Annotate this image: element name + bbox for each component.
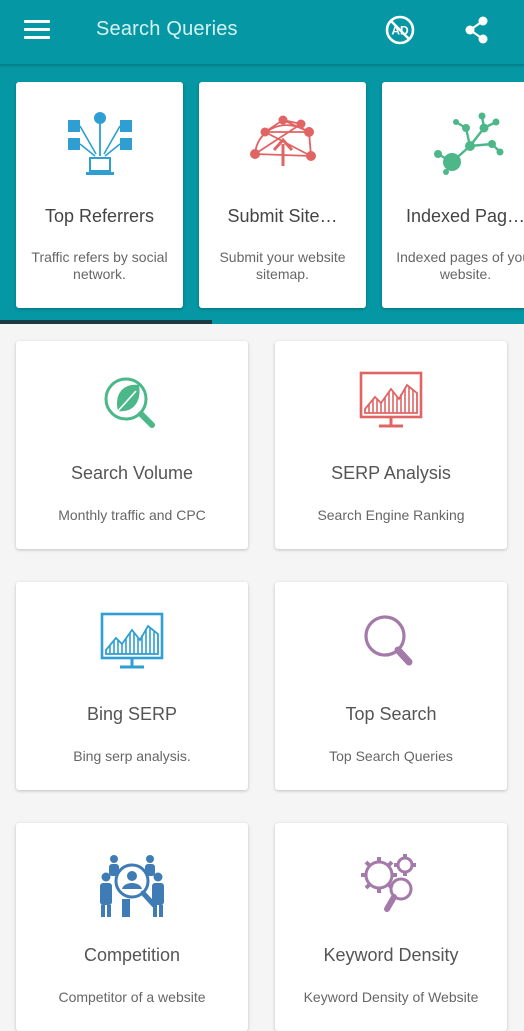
- card-description: Top Search Queries: [329, 748, 453, 764]
- card-description: Competitor of a website: [58, 989, 206, 1005]
- app-bar: Search Queries AD: [0, 0, 524, 324]
- card-indexed-pages[interactable]: Indexed Pag… Indexed pages of your websi…: [382, 82, 524, 308]
- social-referrers-icon: [60, 110, 140, 180]
- monitor-chart-icon: [92, 610, 172, 680]
- gears-magnifier-icon: [351, 851, 431, 921]
- card-title: Submit Site…: [227, 206, 338, 226]
- app-bar-shadow: [0, 64, 524, 68]
- card-title: Competition: [83, 945, 181, 965]
- carousel-scroll-indicator: [0, 320, 212, 324]
- share-icon[interactable]: [462, 14, 492, 46]
- card-top-search[interactable]: Top Search Top Search Queries: [275, 582, 507, 790]
- card-title: Bing SERP: [86, 704, 178, 724]
- page-title: Search Queries: [96, 18, 238, 40]
- monitor-chart-icon: [351, 369, 431, 439]
- network-upload-icon: [243, 110, 323, 180]
- card-description: Keyword Density of Website: [303, 989, 479, 1005]
- card-description: Monthly traffic and CPC: [58, 507, 206, 523]
- card-title: SERP Analysis: [331, 463, 451, 483]
- card-competition[interactable]: Competition Competitor of a website: [16, 823, 248, 1031]
- card-title: Indexed Pag…: [405, 206, 524, 226]
- card-description: Traffic refers by social network.: [31, 249, 168, 282]
- card-serp-analysis[interactable]: SERP Analysis Search Engine Ranking: [275, 341, 507, 549]
- card-description: Submit your website sitemap.: [219, 249, 346, 282]
- magnifier-icon: [351, 610, 431, 680]
- card-submit-sitemap[interactable]: Submit Site… Submit your website sitemap…: [199, 82, 366, 308]
- node-tree-icon: [426, 110, 506, 180]
- team-magnifier-icon: [92, 851, 172, 921]
- hamburger-menu-icon[interactable]: [24, 18, 52, 42]
- remove-ads-icon[interactable]: AD: [384, 14, 416, 46]
- card-top-referrers[interactable]: Top Referrers Traffic refers by social n…: [16, 82, 183, 308]
- card-title: Top Search: [345, 704, 437, 724]
- card-title: Top Referrers: [44, 206, 155, 226]
- card-bing-serp[interactable]: Bing SERP Bing serp analysis.: [16, 582, 248, 790]
- leaf-magnifier-icon: [92, 369, 172, 439]
- card-search-volume[interactable]: Search Volume Monthly traffic and CPC: [16, 341, 248, 549]
- card-description: Indexed pages of your website.: [396, 249, 524, 282]
- card-title: Search Volume: [70, 463, 194, 483]
- card-keyword-density[interactable]: Keyword Density Keyword Density of Websi…: [275, 823, 507, 1031]
- card-description: Search Engine Ranking: [317, 507, 465, 523]
- featured-carousel[interactable]: Top Referrers Traffic refers by social n…: [0, 82, 524, 312]
- card-title: Keyword Density: [323, 945, 459, 965]
- card-description: Bing serp analysis.: [73, 748, 191, 764]
